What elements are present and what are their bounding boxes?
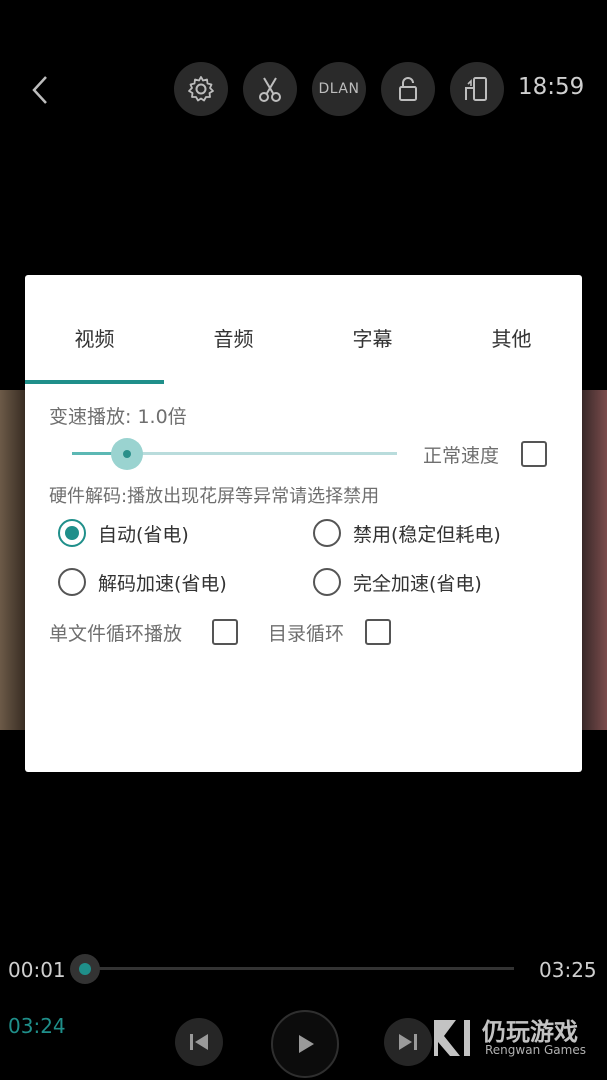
watermark-logo (434, 1020, 470, 1056)
normal-speed-label: 正常速度 (423, 445, 500, 467)
tab-video[interactable]: 视频 (25, 323, 164, 352)
directory-loop-label: 目录循环 (268, 623, 345, 645)
scissors-icon (259, 77, 281, 102)
tab-subtitle[interactable]: 字幕 (303, 323, 442, 352)
play-button[interactable] (271, 1010, 339, 1078)
skip-previous-icon (190, 1034, 208, 1050)
radio-disable-label[interactable]: 禁用(稳定但耗电) (353, 520, 501, 547)
cut-button[interactable] (243, 62, 297, 116)
single-file-loop-checkbox[interactable] (212, 619, 238, 645)
radio-full-accel-label[interactable]: 完全加速(省电) (353, 569, 482, 596)
directory-loop-checkbox[interactable] (365, 619, 391, 645)
watermark-subtext: Rengwan Games (485, 1043, 586, 1057)
seek-bar[interactable] (84, 967, 514, 970)
play-icon (299, 1035, 314, 1053)
skip-next-icon (399, 1034, 417, 1050)
radio-full-accel[interactable] (313, 568, 341, 596)
lock-button[interactable] (381, 62, 435, 116)
top-bar: DLAN 18:59 (0, 0, 607, 180)
next-button[interactable] (384, 1018, 432, 1066)
radio-disable[interactable] (313, 519, 341, 547)
settings-dialog: 视频 音频 字幕 其他 变速播放: 1.0倍 正常速度 硬件解码:播放出现花屏等… (25, 275, 582, 772)
radio-auto[interactable] (58, 519, 86, 547)
radio-decode-accel[interactable] (58, 568, 86, 596)
hover-time: 03:24 (8, 1014, 66, 1038)
tab-other[interactable]: 其他 (442, 323, 581, 352)
radio-auto-label[interactable]: 自动(省电) (98, 520, 189, 547)
dlan-label: DLAN (318, 81, 360, 97)
watermark: 仍玩游戏 Rengwan Games (430, 1012, 600, 1064)
lock-icon (399, 77, 417, 101)
speed-slider-thumb[interactable] (111, 438, 144, 470)
tab-indicator (25, 380, 164, 384)
watermark-text: 仍玩游戏 (482, 1018, 578, 1046)
previous-button[interactable] (175, 1018, 223, 1066)
settings-button[interactable] (174, 62, 228, 116)
total-time: 03:25 (539, 958, 597, 982)
gear-icon (188, 76, 214, 102)
dlan-button[interactable]: DLAN (312, 62, 366, 116)
seek-thumb[interactable] (70, 954, 100, 984)
speed-label: 变速播放: 1.0倍 (49, 406, 187, 428)
single-file-loop-label: 单文件循环播放 (49, 623, 183, 645)
hw-decode-title: 硬件解码:播放出现花屏等异常请选择禁用 (49, 486, 380, 507)
tab-bar: 视频 音频 字幕 其他 (25, 275, 582, 385)
chevron-left-icon (32, 76, 47, 104)
radio-decode-accel-label[interactable]: 解码加速(省电) (98, 569, 227, 596)
clock: 18:59 (518, 74, 585, 100)
tab-audio[interactable]: 音频 (164, 323, 303, 352)
rotate-screen-icon (465, 77, 487, 101)
back-button[interactable] (22, 70, 58, 110)
rotate-button[interactable] (450, 62, 504, 116)
normal-speed-checkbox[interactable] (521, 441, 547, 467)
current-time: 00:01 (8, 958, 66, 982)
